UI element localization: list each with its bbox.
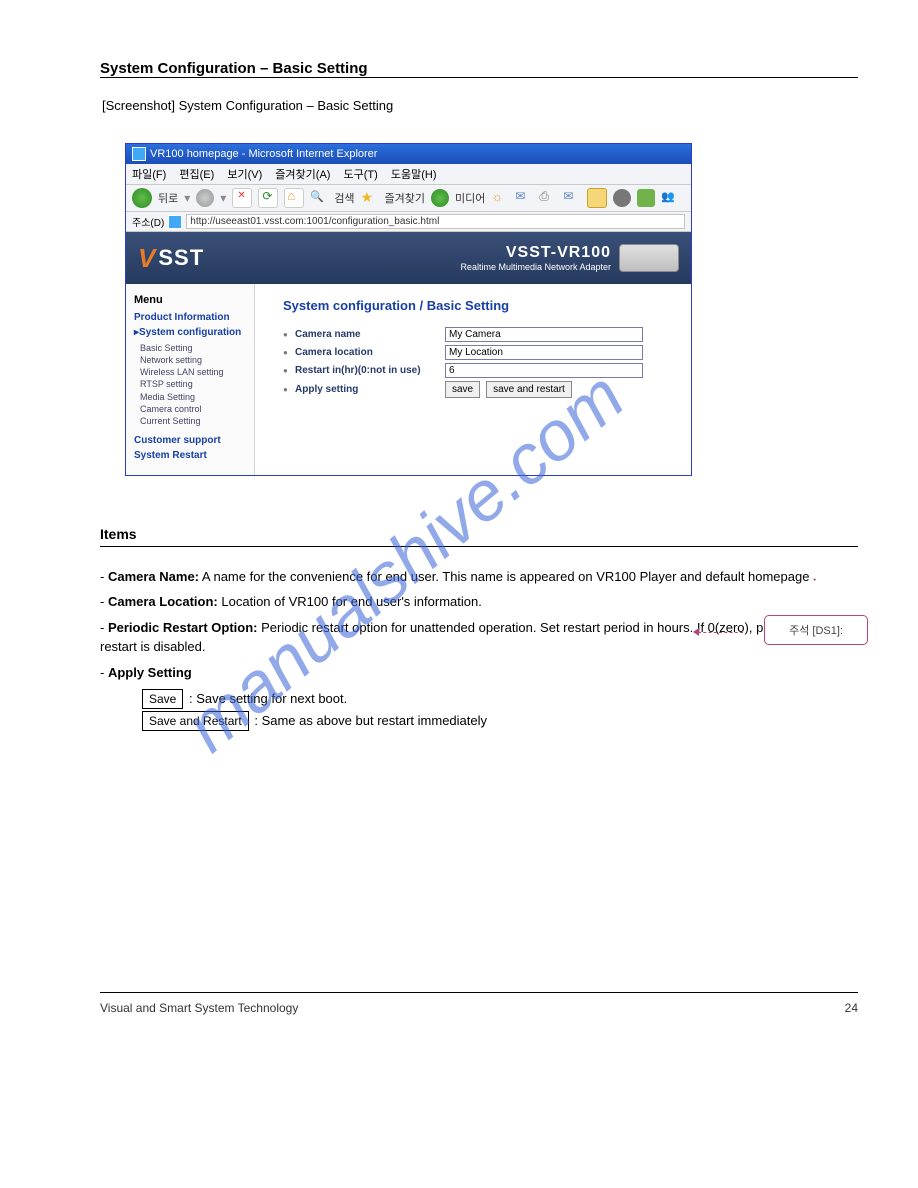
sidebar-restart[interactable]: System Restart — [134, 450, 254, 461]
disc-icon[interactable] — [613, 189, 631, 207]
ie-addressbar: 주소(D) http://useeast01.vsst.com:1001/con… — [126, 212, 691, 232]
page-footer: Visual and Smart System Technology 24 — [100, 992, 858, 1015]
row-restart-period: ● Restart in(hr)(0:not in use) — [283, 363, 675, 378]
rule-items — [100, 546, 858, 547]
sidebar-media[interactable]: Media Setting — [140, 391, 254, 403]
rule-top — [100, 77, 858, 78]
forward-icon[interactable] — [196, 189, 214, 207]
panel-title: System configuration / Basic Setting — [283, 298, 675, 313]
sidebar-prodinfo[interactable]: Product Information — [134, 312, 254, 323]
item-camera-name: - Camera Name: A name for the convenienc… — [100, 567, 818, 587]
item-periodic-restart: - Periodic Restart Option: Periodic rest… — [100, 618, 818, 657]
model-tagline: Realtime Multimedia Network Adapter — [460, 262, 611, 272]
addr-label: 주소(D) — [132, 214, 164, 229]
save-box-text: : Save setting for next boot. — [189, 691, 347, 706]
ie-window: VR100 homepage - Microsoft Internet Expl… — [125, 143, 692, 476]
camera-name-input[interactable] — [445, 327, 643, 342]
row-camera-location: ● Camera location — [283, 345, 675, 360]
camera-location-label: Camera location — [295, 347, 445, 358]
sidebar-support[interactable]: Customer support — [134, 435, 254, 446]
page-content: Menu Product Information ▸System configu… — [126, 284, 691, 475]
favorites-label: 즐겨찾기 — [385, 190, 425, 206]
sidebar-menu: Menu Product Information ▸System configu… — [126, 284, 255, 475]
sidebar-camctrl[interactable]: Camera control — [140, 403, 254, 415]
home-icon[interactable] — [284, 188, 304, 208]
menu-help[interactable]: 도움말(H) — [391, 169, 437, 181]
footer-left: Visual and Smart System Technology — [100, 1001, 298, 1015]
caption-label: [Screenshot] — [102, 98, 175, 113]
sidebar-basic[interactable]: Basic Setting — [140, 342, 254, 354]
item-camera-location: - Camera Location: Location of VR100 for… — [100, 592, 818, 612]
row-apply: ● Apply setting save save and restart — [283, 381, 675, 398]
address-input[interactable]: http://useeast01.vsst.com:1001/configura… — [186, 214, 685, 229]
sidebar-sysconf[interactable]: ▸System configuration — [134, 327, 254, 338]
refresh-icon[interactable] — [258, 188, 278, 208]
ie-menubar: 파일(F) 편집(E) 보기(V) 즐겨찾기(A) 도구(T) 도움말(H) — [126, 164, 691, 185]
menu-view[interactable]: 보기(V) — [227, 169, 262, 181]
logo-sst: SST — [158, 245, 204, 271]
save-button[interactable]: save — [445, 381, 480, 398]
logo-v: V — [138, 243, 156, 274]
history-icon[interactable] — [491, 189, 509, 207]
save-restart-box: Save and Restart — [142, 711, 249, 731]
favorites-icon[interactable] — [361, 189, 379, 207]
book-icon[interactable] — [637, 189, 655, 207]
media-icon[interactable] — [431, 189, 449, 207]
bullet-icon: ● — [283, 330, 295, 339]
back-label: 뒤로 — [158, 190, 178, 206]
sidebar-rtsp[interactable]: RTSP setting — [140, 378, 254, 390]
device-image — [619, 244, 679, 272]
bullet-icon: ● — [283, 366, 295, 375]
items-body: - Camera Name: A name for the convenienc… — [100, 567, 858, 733]
camera-name-label: Camera name — [295, 329, 445, 340]
comment-callout: 주석 [DS1]: — [764, 615, 868, 645]
back-icon[interactable] — [132, 188, 152, 208]
search-label: 검색 — [334, 190, 354, 206]
main-panel: System configuration / Basic Setting ● C… — [255, 284, 691, 475]
ie-icon — [132, 147, 146, 161]
apply-label: Apply setting — [295, 384, 445, 395]
camera-location-input[interactable] — [445, 345, 643, 360]
page-icon — [168, 215, 182, 229]
bullet-icon: ● — [283, 348, 295, 357]
mail-icon[interactable] — [515, 189, 533, 207]
menu-file[interactable]: 파일(F) — [132, 169, 166, 181]
item-apply-setting: - Apply Setting — [100, 663, 818, 683]
restart-label: Restart in(hr)(0:not in use) — [295, 365, 445, 376]
ie-toolbar: 뒤로 ▾ ▾ 검색 즐겨찾기 미디어 — [126, 185, 691, 212]
save-restart-button[interactable]: save and restart — [486, 381, 572, 398]
brand-banner: V SST VSST-VR100 Realtime Multimedia Net… — [126, 232, 691, 284]
bullet-icon: ● — [283, 385, 295, 394]
footer-page: 24 — [845, 1001, 858, 1015]
sidebar-network[interactable]: Network setting — [140, 354, 254, 366]
search-icon[interactable] — [310, 189, 328, 207]
screenshot-caption: [Screenshot] System Configuration – Basi… — [102, 98, 858, 113]
messenger-icon[interactable] — [661, 189, 679, 207]
sidebar-heading: Menu — [134, 294, 254, 306]
menu-edit[interactable]: 편집(E) — [179, 169, 214, 181]
edit-icon[interactable] — [563, 189, 581, 207]
row-camera-name: ● Camera name — [283, 327, 675, 342]
brand-logo: V SST — [138, 243, 204, 274]
save-restart-box-text: : Same as above but restart immediately — [254, 713, 487, 728]
print-icon[interactable] — [539, 189, 557, 207]
model-label: VSST-VR100 — [460, 244, 611, 262]
restart-input[interactable] — [445, 363, 643, 378]
menu-fav[interactable]: 즐겨찾기(A) — [275, 169, 330, 181]
doc-heading: System Configuration – Basic Setting — [100, 60, 858, 77]
sidebar-wlan[interactable]: Wireless LAN setting — [140, 366, 254, 378]
sidebar-current[interactable]: Current Setting — [140, 415, 254, 427]
save-box: Save — [142, 689, 183, 709]
callout-connector — [698, 632, 743, 633]
items-heading: Items — [100, 526, 858, 542]
ie-title-text: VR100 homepage - Microsoft Internet Expl… — [150, 148, 377, 160]
stop-icon[interactable] — [232, 188, 252, 208]
menu-tools[interactable]: 도구(T) — [344, 169, 378, 181]
ie-titlebar: VR100 homepage - Microsoft Internet Expl… — [126, 144, 691, 164]
caption-text: System Configuration – Basic Setting — [179, 98, 394, 113]
folder-icon[interactable] — [587, 188, 607, 208]
media-label: 미디어 — [455, 190, 485, 206]
